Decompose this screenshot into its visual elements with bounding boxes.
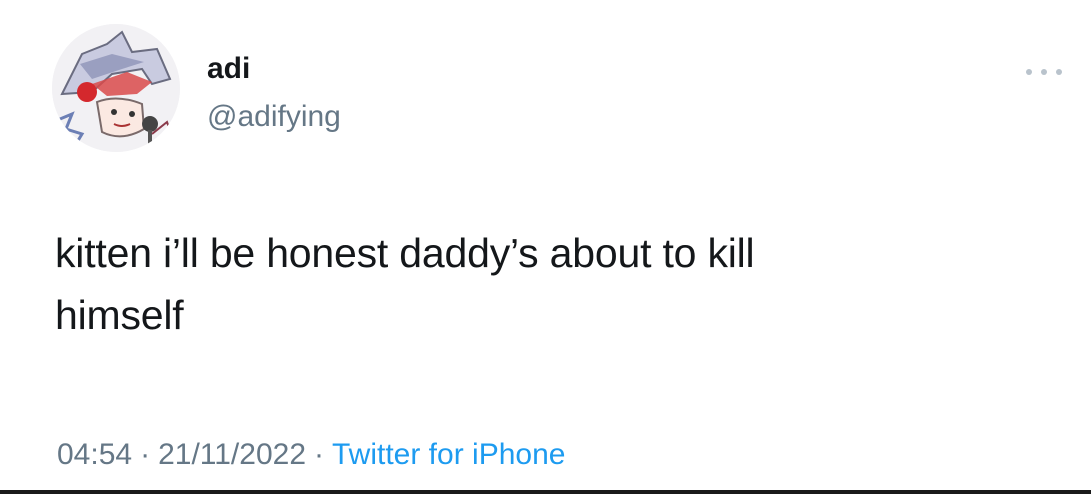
- avatar[interactable]: [52, 24, 180, 152]
- avatar-image-icon: [52, 24, 180, 152]
- tweet-text-line: himself: [55, 292, 184, 338]
- tweet-text: kitten i’ll be honest daddy’s about to k…: [55, 222, 1045, 346]
- tweet-card: adi @adifying kitten i’ll be honest dadd…: [0, 0, 1091, 494]
- tweet-meta: 04:54 · 21/11/2022 · Twitter for iPhone: [57, 437, 565, 473]
- handle[interactable]: @adifying: [207, 100, 341, 134]
- more-horizontal-icon: [1056, 69, 1062, 75]
- tweet-text-line: kitten i’ll be honest daddy’s about to k…: [55, 230, 755, 276]
- display-name[interactable]: adi: [207, 52, 250, 86]
- more-options-button[interactable]: [1026, 64, 1062, 80]
- tweet-date[interactable]: 21/11/2022: [158, 438, 306, 471]
- more-horizontal-icon: [1041, 69, 1047, 75]
- more-horizontal-icon: [1026, 69, 1032, 75]
- meta-separator: ·: [140, 438, 151, 471]
- tweet-time[interactable]: 04:54: [57, 438, 132, 471]
- tweet-source-link[interactable]: Twitter for iPhone: [332, 438, 565, 471]
- divider: [0, 490, 1091, 494]
- meta-separator: ·: [314, 438, 324, 471]
